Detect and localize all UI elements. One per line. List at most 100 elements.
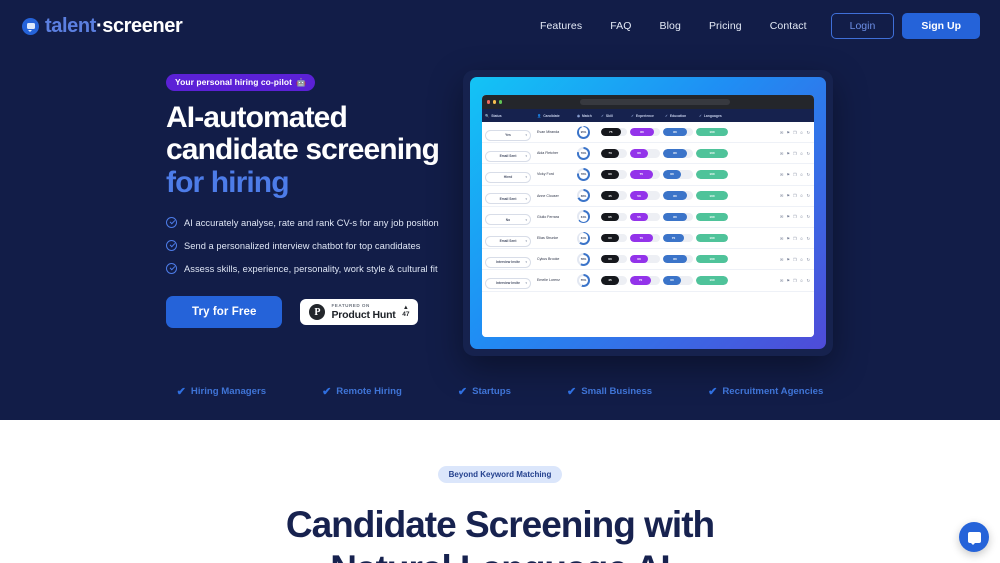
row-action-icon-1[interactable]: ⚑ — [786, 193, 790, 198]
row-action-icon-2[interactable]: ❐ — [793, 278, 797, 283]
column-header-skill[interactable]: ✓ Skill — [601, 114, 631, 118]
row-action-icon-0[interactable]: ✉ — [780, 257, 783, 262]
row-action-icon-3[interactable]: ☺ — [800, 151, 804, 156]
row-action-icon-3[interactable]: ☺ — [800, 214, 804, 219]
languages-score-track: 100 — [696, 149, 728, 158]
row-action-icon-2[interactable]: ❐ — [793, 172, 797, 177]
row-action-icon-3[interactable]: ☺ — [800, 193, 804, 198]
column-header-label: Education — [669, 113, 687, 118]
status-badge[interactable]: Email Sent — [485, 235, 531, 247]
education-score-track: 60 — [663, 170, 693, 179]
row-action-icon-0[interactable]: ✉ — [780, 236, 783, 241]
signup-button[interactable]: Sign Up — [902, 13, 980, 39]
hero-title-line3: for hiring — [166, 165, 290, 199]
row-action-icon-1[interactable]: ⚑ — [786, 130, 790, 135]
row-action-icon-3[interactable]: ☺ — [800, 257, 804, 262]
features-intro-section: Beyond Keyword Matching Candidate Screen… — [0, 430, 1000, 563]
row-action-icon-1[interactable]: ⚑ — [786, 236, 790, 241]
table-row[interactable]: Interview Invite Emelie Lorenz 55% 45 70 60 10… — [482, 270, 814, 292]
status-badge[interactable]: Email Sent — [485, 193, 531, 205]
table-row[interactable]: Hired Vicky Ford 78% 60 75 60 100 ✉⚑❐☺↻ — [482, 164, 814, 186]
education-score-track: 80 — [663, 149, 693, 158]
nav-link-features[interactable]: Features — [526, 20, 596, 32]
browser-url-bar[interactable] — [580, 99, 731, 105]
row-action-icon-2[interactable]: ❐ — [793, 236, 797, 241]
column-header-languages[interactable]: ✓ Languages — [699, 114, 735, 118]
row-action-icon-1[interactable]: ⚑ — [786, 151, 790, 156]
try-for-free-button[interactable]: Try for Free — [166, 296, 283, 328]
audience-item: ✔ Startups — [458, 385, 511, 398]
table-row[interactable]: Email Sent Elias Strunke 61% 60 75 70 100 ✉⚑❐☺↻ — [482, 228, 814, 250]
match-progress-ring: 95% — [577, 125, 590, 139]
list-item: Assess skills, experience, personality, … — [166, 263, 456, 274]
column-header-match[interactable]: ◉ Match — [577, 114, 601, 118]
column-header-label: Skill — [605, 113, 613, 118]
status-badge[interactable]: No — [485, 214, 531, 226]
row-action-icon-0[interactable]: ✉ — [780, 278, 783, 283]
row-action-icon-4[interactable]: ↻ — [807, 236, 810, 241]
column-header-education[interactable]: ✓ Education — [665, 114, 699, 118]
landing-page: talent·screener Features FAQ Blog Pricin… — [0, 0, 1000, 563]
row-action-icon-2[interactable]: ❐ — [793, 193, 797, 198]
row-action-icon-3[interactable]: ☺ — [800, 236, 804, 241]
match-progress-ring: 68% — [577, 189, 590, 203]
education-score-bar: 80 — [663, 127, 687, 137]
row-action-icon-0[interactable]: ✉ — [780, 193, 783, 198]
row-action-icon-4[interactable]: ↻ — [807, 193, 810, 198]
table-row[interactable]: Yes Evan Miranda 95% 75 80 80 100 ✉⚑❐☺↻ — [482, 122, 814, 144]
row-action-icon-1[interactable]: ⚑ — [786, 257, 790, 262]
row-action-icon-1[interactable]: ⚑ — [786, 278, 790, 283]
row-action-icon-0[interactable]: ✉ — [780, 214, 783, 219]
row-actions: ✉ ⚑ ❐ ☺ ↻ — [780, 257, 810, 262]
row-action-icon-2[interactable]: ❐ — [793, 151, 797, 156]
table-row[interactable]: Email Sent Aida Fletcher 79% 70 60 80 100 ✉⚑❐☺↻ — [482, 143, 814, 165]
column-header-experience[interactable]: ✓ Experience — [631, 114, 665, 118]
candidate-name: Anne Clouser — [537, 193, 559, 198]
match-cell: 55% — [577, 273, 601, 287]
row-action-icon-1[interactable]: ⚑ — [786, 214, 790, 219]
row-action-icon-2[interactable]: ❐ — [793, 130, 797, 135]
match-cell: 58% — [577, 252, 601, 266]
row-actions: ✉ ⚑ ❐ ☺ ↻ — [780, 151, 810, 156]
row-action-icon-4[interactable]: ↻ — [807, 172, 810, 177]
row-action-icon-0[interactable]: ✉ — [780, 151, 783, 156]
chat-widget-button[interactable] — [959, 522, 989, 552]
row-action-icon-1[interactable]: ⚑ — [786, 172, 790, 177]
status-badge[interactable]: Interview Invite — [485, 256, 531, 268]
login-button[interactable]: Login — [830, 13, 895, 39]
nav-link-faq[interactable]: FAQ — [596, 20, 645, 32]
column-header-candidate[interactable]: 👤 Candidate — [537, 114, 577, 118]
product-hunt-badge[interactable]: P FEATURED ON Product Hunt ▲ 47 — [300, 298, 419, 326]
row-action-icon-2[interactable]: ❐ — [793, 214, 797, 219]
row-action-icon-3[interactable]: ☺ — [800, 278, 804, 283]
status-badge[interactable]: Interview Invite — [485, 277, 531, 289]
row-action-icon-4[interactable]: ↻ — [807, 130, 810, 135]
row-action-icon-3[interactable]: ☺ — [800, 172, 804, 177]
candidates-table-header: 🔍 Status 👤 Candidate ◉ Match ✓ Skill ✓ Experience… — [482, 109, 814, 122]
close-dot-icon — [487, 100, 491, 104]
row-action-icon-4[interactable]: ↻ — [807, 278, 810, 283]
row-action-icon-3[interactable]: ☺ — [800, 130, 804, 135]
table-row[interactable]: No Giulio Ferrara 64% 65 55 80 100 ✉⚑❐☺↻ — [482, 207, 814, 228]
column-header-label: Status — [491, 113, 502, 118]
nav-link-blog[interactable]: Blog — [646, 20, 695, 32]
table-row[interactable]: Interview Invite Cykus Brooke 58% 60 60 80 100… — [482, 249, 814, 271]
row-action-icon-0[interactable]: ✉ — [780, 172, 783, 177]
row-action-icon-4[interactable]: ↻ — [807, 257, 810, 262]
nav-link-contact[interactable]: Contact — [756, 20, 821, 32]
nav-link-pricing[interactable]: Pricing — [695, 20, 756, 32]
column-header-status[interactable]: 🔍 Status — [485, 114, 537, 118]
checkmark-icon: ✔ — [322, 386, 332, 398]
row-action-icon-0[interactable]: ✉ — [780, 130, 783, 135]
row-action-icon-4[interactable]: ↻ — [807, 151, 810, 156]
status-badge[interactable]: Email Sent — [485, 150, 531, 162]
row-action-icon-4[interactable]: ↻ — [807, 214, 810, 219]
row-action-icon-2[interactable]: ❐ — [793, 257, 797, 262]
site-logo[interactable]: talent·screener — [22, 16, 183, 36]
status-badge[interactable]: Yes — [485, 129, 531, 141]
languages-score-track: 100 — [696, 170, 728, 179]
product-hunt-upvote: ▲ 47 — [402, 305, 409, 319]
table-row[interactable]: Email Sent Anne Clouser 68% 45 50 80 100 ✉⚑❐☺↻ — [482, 186, 814, 207]
status-badge[interactable]: Hired — [485, 171, 531, 183]
education-score-track: 70 — [663, 233, 693, 243]
